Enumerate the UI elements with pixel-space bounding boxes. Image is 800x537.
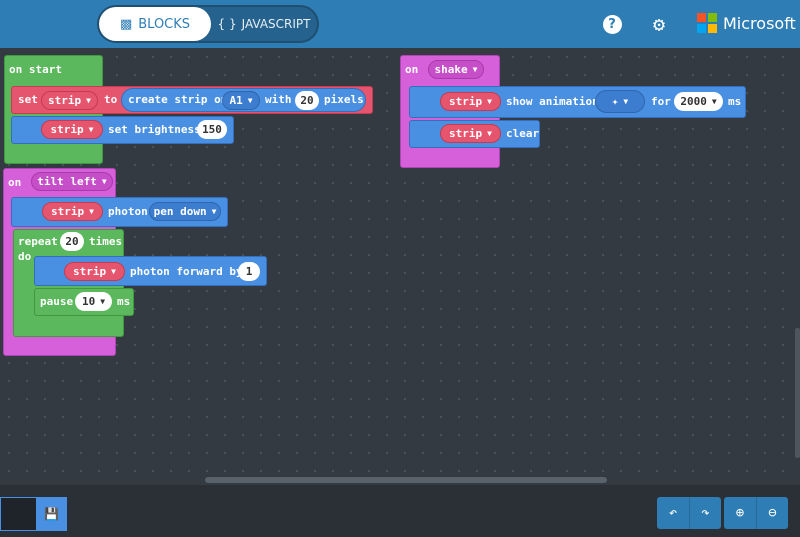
photon-forward-label: photon forward by: [130, 265, 243, 278]
forward-steps-input[interactable]: 1: [238, 262, 260, 281]
undo-icon: ↶: [668, 505, 678, 521]
on-label: on: [405, 63, 419, 76]
settings-button[interactable]: ⚙: [648, 12, 670, 36]
blocks-tab[interactable]: ▩ BLOCKS: [99, 7, 211, 41]
zoom-group: ⊕ ⊖: [724, 497, 788, 529]
pause-duration-dropdown[interactable]: 10 ▼: [75, 292, 112, 311]
create-strip-label: create strip on: [128, 93, 228, 106]
pixels-label: pixels: [324, 93, 364, 106]
gesture-dropdown[interactable]: tilt left ▼: [31, 172, 113, 191]
microsoft-logo[interactable]: Microsoft: [697, 13, 796, 33]
redo-button[interactable]: ↷: [689, 497, 721, 529]
pixel-count-input[interactable]: 20: [295, 91, 319, 110]
clear-label: clear: [506, 127, 540, 140]
brightness-input[interactable]: 150: [197, 120, 227, 139]
ms-label: ms: [117, 295, 131, 308]
show-animation-label: show animation: [506, 95, 599, 108]
zoom-out-button[interactable]: ⊖: [756, 497, 788, 529]
strip-variable-dropdown[interactable]: strip ▼: [64, 262, 125, 281]
times-label: times: [89, 235, 123, 248]
set-label: set: [18, 93, 38, 106]
javascript-tab[interactable]: { } JAVASCRIPT: [211, 7, 317, 41]
help-icon: ?: [602, 14, 622, 34]
blocks-workspace[interactable]: on start set strip ▼ to create strip on A…: [0, 48, 800, 485]
floppy-disk-icon: 💾: [44, 507, 59, 521]
pin-dropdown[interactable]: A1 ▼: [222, 91, 260, 110]
pen-mode-dropdown[interactable]: pen down ▼: [149, 202, 221, 221]
save-button[interactable]: 💾: [36, 497, 67, 531]
undo-button[interactable]: ↶: [657, 497, 689, 529]
strip-variable-dropdown[interactable]: strip ▼: [41, 91, 98, 110]
blocks-tab-label: BLOCKS: [138, 16, 191, 32]
strip-variable-dropdown[interactable]: strip ▼: [440, 124, 501, 143]
photon-label: photon: [108, 205, 148, 218]
on-start-label: on start: [9, 63, 62, 76]
animation-dropdown[interactable]: ✦ ▼: [595, 90, 645, 113]
strip-variable-dropdown[interactable]: strip ▼: [42, 202, 103, 221]
strip-variable-dropdown[interactable]: strip ▼: [440, 92, 501, 111]
zoom-in-icon: ⊕: [735, 505, 745, 521]
help-button[interactable]: ?: [601, 13, 623, 35]
braces-icon: { }: [217, 17, 237, 31]
puzzle-icon: ▩: [119, 16, 133, 32]
redo-icon: ↷: [701, 505, 710, 521]
strip-variable-dropdown[interactable]: strip ▼: [41, 120, 103, 139]
microsoft-grid-icon: [697, 13, 717, 33]
for-label: for: [651, 95, 671, 108]
to-label: to: [104, 93, 118, 106]
brand-text: Microsoft: [723, 13, 796, 33]
vertical-scrollbar[interactable]: [795, 328, 800, 458]
gesture-dropdown[interactable]: shake ▼: [428, 60, 484, 79]
do-label: do: [18, 250, 32, 263]
with-label: with: [265, 93, 292, 106]
duration-dropdown[interactable]: 2000 ▼: [674, 92, 723, 111]
header-bar: ▩ BLOCKS { } JAVASCRIPT ? ⚙ Microsoft: [0, 0, 800, 48]
project-name-input[interactable]: [0, 497, 36, 531]
repeat-count-input[interactable]: 20: [60, 232, 84, 251]
zoom-out-icon: ⊖: [768, 505, 777, 521]
on-label: on: [8, 176, 22, 189]
editor-toggle: ▩ BLOCKS { } JAVASCRIPT: [97, 5, 319, 43]
repeat-label: repeat: [18, 235, 58, 248]
zoom-in-button[interactable]: ⊕: [724, 497, 756, 529]
undo-redo-group: ↶ ↷: [657, 497, 721, 529]
sparkle-icon: ✦: [611, 95, 619, 108]
horizontal-scrollbar[interactable]: [205, 477, 607, 483]
ms-label: ms: [728, 95, 742, 108]
javascript-tab-label: JAVASCRIPT: [241, 17, 311, 31]
pause-label: pause: [40, 295, 74, 308]
set-brightness-label: set brightness: [108, 123, 201, 136]
gear-icon: ⚙: [652, 12, 666, 36]
